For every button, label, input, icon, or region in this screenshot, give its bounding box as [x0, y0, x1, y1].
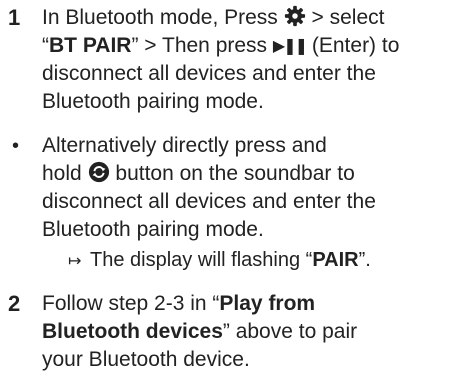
section-reference: Bluetooth devices	[42, 320, 223, 343]
bullet-marker: •	[12, 135, 20, 157]
step-text: In Bluetooth mode, Press > select “BT PA…	[42, 5, 400, 113]
step-number: 2	[8, 291, 21, 316]
pair-display-label: PAIR	[312, 249, 359, 271]
bullet-text: Alternatively directly press and hold bu…	[42, 134, 376, 241]
pair-button-icon	[88, 161, 110, 191]
bt-pair-label: BT PAIR	[49, 34, 132, 57]
display-note: ↦ The display will flashing “PAIR”.	[68, 246, 448, 276]
result-arrow-icon: ↦	[68, 253, 82, 270]
gear-icon	[284, 5, 306, 35]
play-pause-icon: ▶❚❚	[272, 38, 308, 55]
step-number: 1	[8, 5, 21, 30]
instruction-page: 1 In Bluetooth mode, Press > select “BT …	[0, 0, 460, 380]
step-text: Follow step 2-3 in “Play from Bluetooth …	[42, 292, 358, 371]
